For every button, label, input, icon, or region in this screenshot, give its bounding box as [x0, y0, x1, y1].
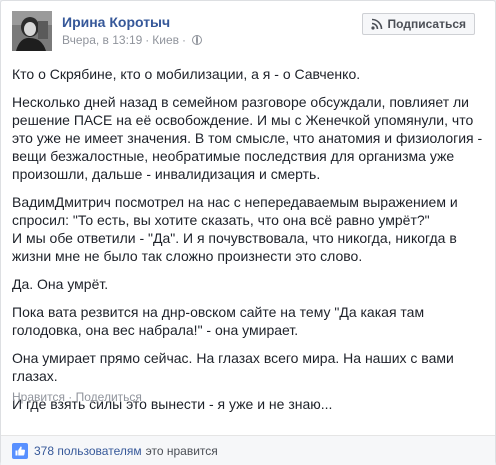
author-name[interactable]: Ирина Коротыч — [62, 14, 170, 30]
post-paragraph: Она умирает прямо сейчас. На глазах всег… — [12, 350, 454, 384]
likes-suffix: это нравится — [145, 443, 218, 458]
like-link[interactable]: Нравится — [12, 390, 65, 404]
post-time[interactable]: Вчера, в 13:19 — [62, 33, 142, 47]
globe-icon[interactable] — [192, 35, 203, 45]
post-paragraph: ВадимДмитрич посмотрел на нас с непереда… — [12, 194, 458, 264]
post-card: Ирина Коротыч Вчера, в 13:19 · Киев · Подпи… — [0, 0, 496, 465]
post-paragraph: Несколько дней назад в семейном разговор… — [12, 94, 483, 182]
post-paragraph: Да. Она умрёт. — [12, 276, 109, 292]
avatar[interactable] — [12, 11, 52, 51]
avatar-image — [12, 11, 52, 51]
rss-icon — [370, 18, 382, 30]
subscribe-button[interactable]: Подписаться — [361, 13, 475, 35]
subscribe-label: Подписаться — [387, 17, 466, 31]
post-paragraph: Кто о Скрябине, кто о мобилизации, а я -… — [12, 66, 361, 82]
post-meta: Вчера, в 13:19 · Киев · — [62, 33, 203, 47]
thumbs-up-icon — [12, 442, 28, 459]
action-separator: · — [68, 390, 73, 404]
share-link[interactable]: Поделиться — [76, 390, 142, 404]
post-paragraph: Пока вата резвится на днр-овском сайте н… — [12, 304, 425, 338]
post-actions: Нравится · Поделиться — [12, 390, 142, 404]
likes-bar: 378 пользователям это нравится — [1, 435, 495, 465]
post-location[interactable]: Киев — [152, 33, 179, 47]
post-text: Кто о Скрябине, кто о мобилизации, а я -… — [12, 65, 485, 423]
likes-count[interactable]: 378 пользователям — [34, 444, 142, 458]
